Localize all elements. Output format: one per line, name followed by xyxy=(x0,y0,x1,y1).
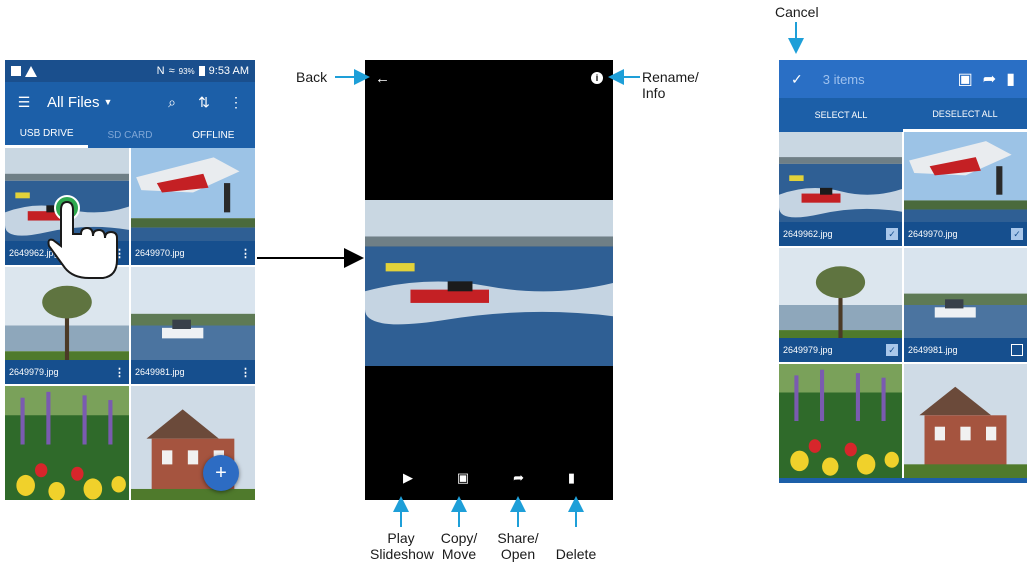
callout-arrows xyxy=(257,22,804,527)
cancel-label: Cancel xyxy=(775,4,819,20)
copy-move-label: Copy/ Move xyxy=(440,530,478,562)
back-label: Back xyxy=(296,69,328,85)
delete-label: Delete xyxy=(555,546,597,562)
play-slideshow-label: Play Slideshow xyxy=(370,530,434,562)
share-open-label: Share/ Open xyxy=(497,530,539,562)
rename-info-label: Rename/ Info xyxy=(642,69,699,101)
